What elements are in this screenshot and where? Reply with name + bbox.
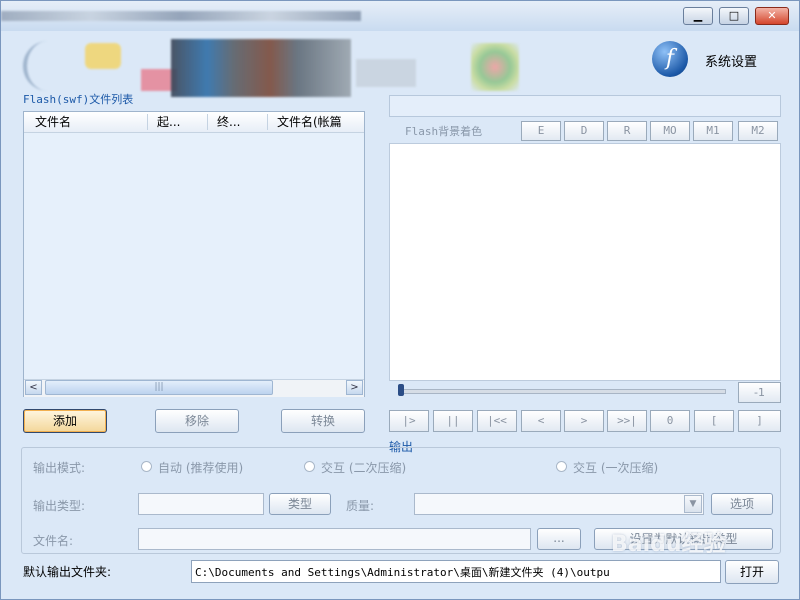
color-button-r[interactable]: R <box>607 121 647 141</box>
mode-interactive-2-radio[interactable] <box>304 461 315 472</box>
column-header-filename[interactable]: 文件名 <box>35 113 147 131</box>
scroll-left-arrow[interactable]: < <box>25 380 42 395</box>
column-header-start[interactable]: 起... <box>157 113 205 131</box>
position-slider-track[interactable] <box>401 389 726 394</box>
flash-icon[interactable]: f <box>652 41 688 77</box>
title-bar: ▁ □ ✕ <box>1 1 799 31</box>
step-back-button[interactable]: < <box>521 410 561 432</box>
mode-interactive-2-label[interactable]: 交互 (二次压缩) <box>321 459 406 476</box>
step-forward-button[interactable]: > <box>564 410 604 432</box>
settings-link[interactable]: 系统设置 <box>705 51 757 70</box>
color-button-d[interactable]: D <box>564 121 604 141</box>
filename-label: 文件名: <box>33 534 74 548</box>
mode-auto-label[interactable]: 自动 (推荐使用) <box>158 459 243 476</box>
quality-select[interactable] <box>414 493 704 515</box>
banner-image-obscured <box>171 39 351 97</box>
default-output-folder-path[interactable]: C:\Documents and Settings\Administrator\… <box>191 560 721 583</box>
color-button-m1[interactable]: M1 <box>693 121 733 141</box>
position-slider-thumb[interactable] <box>398 384 404 396</box>
logo-swoosh <box>23 41 67 91</box>
scroll-thumb[interactable]: ||| <box>45 380 273 395</box>
forward-end-button[interactable]: >>| <box>607 410 647 432</box>
open-button[interactable]: 打开 <box>725 560 779 584</box>
output-mode-label: 输出模式: <box>33 461 86 475</box>
pause-button[interactable]: || <box>433 410 473 432</box>
add-button[interactable]: 添加 <box>23 409 107 433</box>
close-button[interactable]: ✕ <box>755 7 789 25</box>
chevron-down-icon[interactable]: ▼ <box>684 495 702 513</box>
browse-button[interactable]: ... <box>537 528 581 550</box>
filename-input[interactable] <box>138 528 531 550</box>
remove-button[interactable]: 移除 <box>155 409 239 433</box>
mark-out-button[interactable]: ] <box>738 410 781 432</box>
banner-emblem <box>471 43 519 91</box>
quality-label: 质量: <box>346 499 375 513</box>
convert-button[interactable]: 转换 <box>281 409 365 433</box>
type-button[interactable]: 类型 <box>269 493 331 515</box>
frame-zero-button[interactable]: 0 <box>650 410 690 432</box>
minimize-button[interactable]: ▁ <box>683 7 713 25</box>
column-header-end[interactable]: 终... <box>217 113 263 131</box>
output-type-field[interactable] <box>138 493 264 515</box>
default-output-folder-label: 默认输出文件夹: <box>23 565 112 579</box>
options-button[interactable]: 选项 <box>711 493 773 515</box>
flash-bg-color-label: Flash背景着色 <box>405 125 483 138</box>
mark-in-button[interactable]: [ <box>694 410 734 432</box>
app-window: ▁ □ ✕ f 系统设置 Flash(swf)文件列表 文件名 起... 终..… <box>0 0 800 600</box>
title-text-obscured <box>1 11 361 21</box>
file-list[interactable] <box>23 111 365 397</box>
flash-preview <box>389 143 781 381</box>
logo-mark <box>85 43 121 69</box>
watermark-text: Baidu经验 <box>611 532 726 557</box>
color-button-mo[interactable]: MO <box>650 121 690 141</box>
output-type-label: 输出类型: <box>33 499 86 513</box>
banner-block-2 <box>356 59 416 87</box>
play-button[interactable]: |> <box>389 410 429 432</box>
column-header-output-name[interactable]: 文件名(帐篇 <box>277 113 363 131</box>
mode-auto-radio[interactable] <box>141 461 152 472</box>
file-list-title: Flash(swf)文件列表 <box>23 93 134 106</box>
mode-interactive-1-label[interactable]: 交互 (一次压缩) <box>573 459 658 476</box>
scroll-right-arrow[interactable]: > <box>346 380 363 395</box>
preview-title-bar <box>389 95 781 117</box>
color-button-e[interactable]: E <box>521 121 561 141</box>
color-button-m2[interactable]: M2 <box>738 121 778 141</box>
position-value: -1 <box>738 382 781 403</box>
rewind-start-button[interactable]: |<< <box>477 410 517 432</box>
mode-interactive-1-radio[interactable] <box>556 461 567 472</box>
maximize-button[interactable]: □ <box>719 7 749 25</box>
